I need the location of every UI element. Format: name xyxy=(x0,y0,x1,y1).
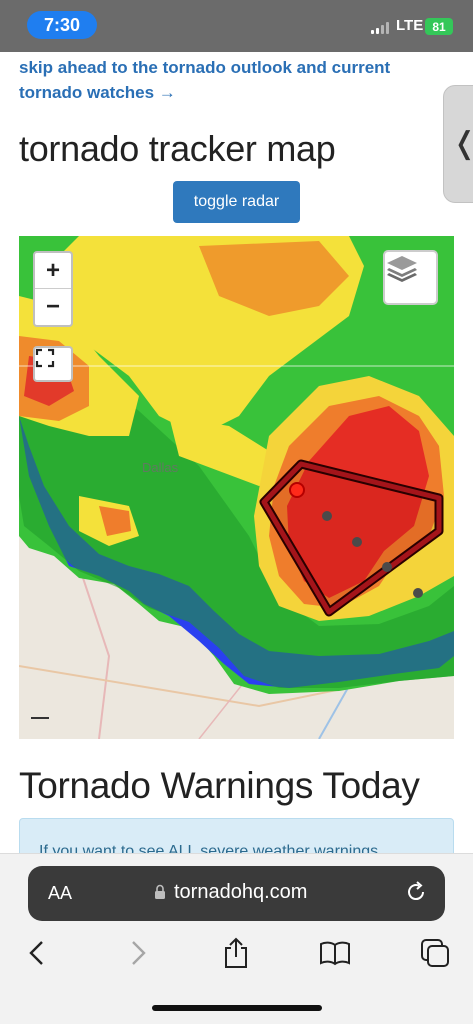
forward-button[interactable] xyxy=(121,936,155,970)
fullscreen-button[interactable] xyxy=(33,346,73,382)
status-bar: 7:30 LTE 81 xyxy=(0,0,473,52)
map-city-label: Dallas xyxy=(142,460,179,475)
back-icon xyxy=(29,941,43,965)
url-text: tornadohq.com xyxy=(174,881,308,903)
zoom-out-button[interactable]: − xyxy=(35,289,71,325)
forward-icon xyxy=(132,941,146,965)
side-tab[interactable]: ❬ xyxy=(443,85,473,203)
battery-level: 81 xyxy=(432,19,446,34)
zoom-control: + − xyxy=(33,251,73,327)
radar-map[interactable]: Dallas + − xyxy=(19,236,454,739)
reload-icon[interactable] xyxy=(404,880,428,904)
signal-icon xyxy=(371,22,391,34)
status-time: 7:30 xyxy=(27,11,97,39)
tabs-icon xyxy=(421,939,449,967)
section-title: Tornado Warnings Today xyxy=(19,765,420,806)
radar-layer: Dallas xyxy=(19,236,454,739)
layers-icon xyxy=(387,256,417,282)
battery-icon: 81 xyxy=(425,18,453,35)
layers-button[interactable] xyxy=(383,250,438,305)
page-title: tornado tracker map xyxy=(19,128,336,169)
address-bar[interactable]: AA tornadohq.com xyxy=(28,866,445,921)
toggle-radar-button[interactable]: toggle radar xyxy=(173,181,300,223)
share-button[interactable] xyxy=(219,936,253,970)
fullscreen-icon xyxy=(35,348,55,368)
tabs-button[interactable] xyxy=(418,936,452,970)
side-tab-chevron-icon: ❬ xyxy=(452,126,473,161)
home-indicator[interactable] xyxy=(152,1005,322,1011)
bookmarks-icon xyxy=(320,941,350,966)
text-size-button[interactable]: AA xyxy=(48,883,72,904)
network-label: LTE xyxy=(396,17,424,34)
lock-icon xyxy=(155,884,165,899)
share-icon xyxy=(225,937,247,968)
zoom-in-button[interactable]: + xyxy=(35,253,71,289)
back-button[interactable] xyxy=(20,936,54,970)
bookmarks-button[interactable] xyxy=(318,936,352,970)
skip-ahead-link[interactable]: skip ahead to the tornado outlook and cu… xyxy=(19,55,429,105)
